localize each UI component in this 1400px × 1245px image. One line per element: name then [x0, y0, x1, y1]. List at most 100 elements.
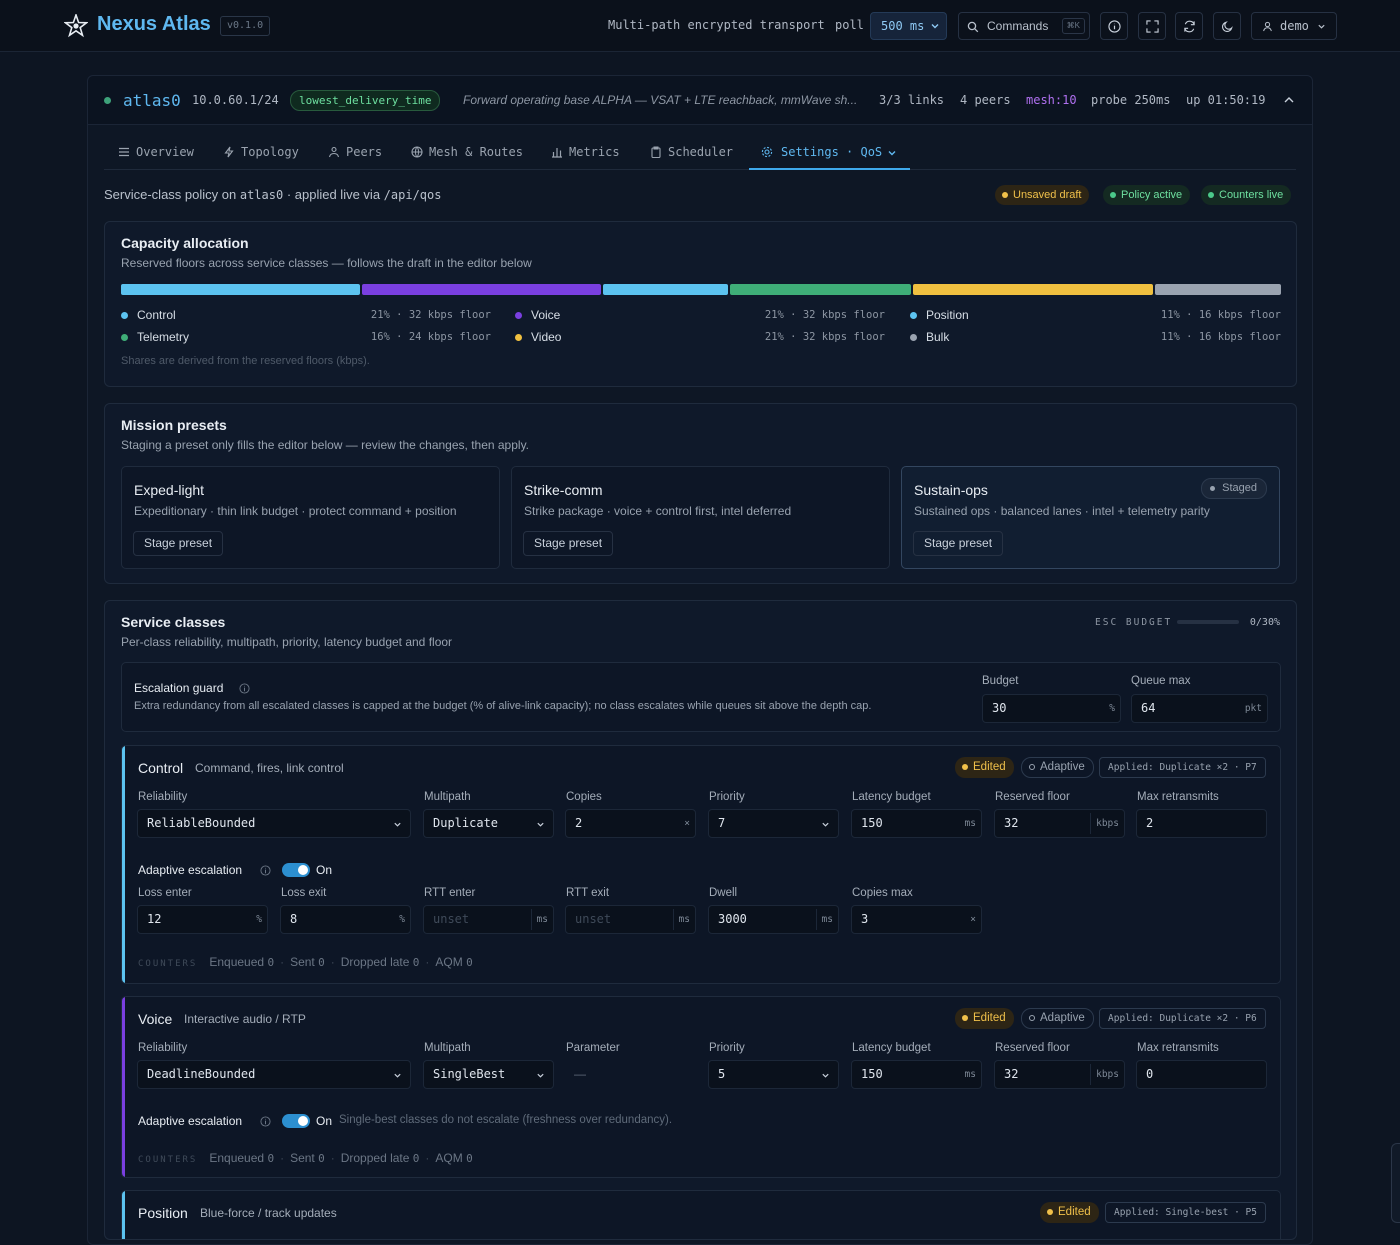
fullscreen-icon [1146, 20, 1159, 33]
stage-preset-button[interactable]: Stage preset [523, 531, 614, 556]
reliability-select[interactable]: DeadlineBounded [137, 1060, 411, 1089]
floor-input[interactable]: 32 kbps [994, 809, 1125, 838]
info-icon [1108, 20, 1121, 33]
info-icon[interactable] [260, 865, 271, 876]
adaptive-escalation-label: Adaptive escalation [138, 863, 243, 877]
tab-peers[interactable]: Peers [328, 125, 398, 170]
interface-header[interactable]: atlas0 10.0.60.1/24 lowest_delivery_time… [88, 76, 1312, 125]
fullscreen-button[interactable] [1138, 12, 1166, 40]
adaptive-badge: Adaptive [1021, 1008, 1094, 1029]
floor-input[interactable]: 32 kbps [994, 1060, 1125, 1089]
adaptive-escalation-label: Adaptive escalation [138, 1114, 243, 1128]
latency-input[interactable]: 150 ms [851, 1060, 982, 1089]
priority-select[interactable]: 5 [708, 1060, 839, 1089]
copies-input[interactable]: 2 × [565, 809, 696, 838]
commands-button[interactable]: Commands ⌘K [958, 12, 1090, 40]
staged-badge: Staged [1201, 478, 1267, 499]
capacity-segment-bulk [1154, 284, 1281, 295]
search-icon [967, 21, 979, 33]
retransmits-input[interactable]: 0 [1136, 1060, 1267, 1089]
multipath-label: Multipath [424, 791, 471, 803]
latency-label: Latency budget [852, 1042, 931, 1054]
tab-overview[interactable]: Overview [118, 125, 210, 170]
multipath-select[interactable]: SingleBest [423, 1060, 554, 1089]
adaptive-escalation-toggle[interactable] [282, 863, 310, 877]
bar-chart-icon [552, 148, 562, 158]
budget-input[interactable]: 30% [982, 694, 1121, 723]
tab-label: Overview [136, 145, 194, 159]
refresh-button[interactable] [1175, 12, 1203, 40]
chevron-down-icon [537, 822, 544, 827]
preset-description: Expeditionary · thin link budget · prote… [134, 504, 457, 518]
info-button[interactable] [1100, 12, 1128, 40]
stage-preset-button[interactable]: Stage preset [133, 531, 224, 556]
user-name: demo [1280, 19, 1309, 33]
loss-enter-input[interactable]: 12% [137, 905, 268, 934]
rtt-exit-input[interactable]: unset ms [565, 905, 696, 934]
globe-icon [411, 146, 423, 158]
capacity-segment-control [121, 284, 361, 295]
latency-input[interactable]: 150 ms [851, 809, 982, 838]
capacity-note: Shares are derived from the reserved flo… [121, 355, 370, 367]
budget-label: Budget [982, 675, 1019, 687]
applied-badge: Applied: Single-best · P5 [1105, 1202, 1266, 1223]
info-icon[interactable] [260, 1116, 271, 1127]
preset-name: Sustain-ops [914, 482, 988, 498]
tab-label: Mesh & Routes [429, 145, 523, 159]
interface-mode-badge: lowest_delivery_time [290, 90, 441, 111]
info-icon[interactable] [239, 683, 250, 694]
reliability-label: Reliability [138, 791, 188, 803]
commands-label: Commands [987, 19, 1049, 33]
queue-max-input[interactable]: 64 pkt [1131, 694, 1268, 723]
chevron-up-icon[interactable] [1282, 93, 1296, 107]
esc-budget-value: 0/30% [1249, 617, 1280, 628]
chevron-down-icon [394, 1073, 401, 1078]
chevron-down-icon [1318, 24, 1325, 29]
adaptive-escalation-row: Adaptive escalation On Single-best class… [138, 1114, 672, 1128]
capacity-title: Capacity allocation [121, 235, 249, 251]
poll-interval-value: 500 ms [881, 19, 925, 33]
mission-presets-section: Mission presets Staging a preset only fi… [104, 403, 1297, 584]
poll-interval-select[interactable]: 500 ms [870, 12, 947, 40]
tab-settings-qos[interactable]: Settings · QoS [749, 125, 910, 170]
retransmits-input[interactable]: 2 [1136, 809, 1267, 838]
adaptive-badge: Adaptive [1021, 757, 1094, 778]
edited-badge: Edited [955, 1008, 1014, 1029]
stage-preset-button[interactable]: Stage preset [913, 531, 1004, 556]
bolt-icon [224, 146, 234, 158]
users-icon [328, 146, 340, 158]
scroll-handle[interactable] [1391, 1143, 1400, 1223]
escalation-guard: Escalation guard Extra redundancy from a… [121, 662, 1281, 732]
class-card-voice: Voice Interactive audio / RTP Edited Ada… [121, 996, 1281, 1178]
interface-description: Forward operating base ALPHA — VSAT + LT… [463, 93, 858, 107]
capacity-segment-video [913, 284, 1153, 295]
app-title[interactable]: Nexus Atlas [97, 13, 211, 36]
queue-max-label: Queue max [1131, 675, 1191, 687]
tab-metrics[interactable]: Metrics [551, 125, 636, 170]
latency-label: Latency budget [852, 791, 931, 803]
tab-scheduler[interactable]: Scheduler [650, 125, 745, 170]
floor-label: Reserved floor [995, 1042, 1070, 1054]
policy-description: Service-class policy on atlas0 · applied… [104, 187, 441, 202]
multipath-select[interactable]: Duplicate [423, 809, 554, 838]
esc-budget-track [1177, 620, 1239, 624]
tab-mesh-routes[interactable]: Mesh & Routes [411, 125, 539, 170]
priority-select[interactable]: 7 [708, 809, 839, 838]
interface-status-dot [104, 97, 111, 104]
parameter-empty: — [574, 1067, 586, 1081]
rtt-enter-input[interactable]: unset ms [423, 905, 554, 934]
adaptive-escalation-toggle[interactable] [282, 1114, 310, 1128]
tab-topology[interactable]: Topology [223, 125, 313, 170]
dwell-input[interactable]: 3000 ms [708, 905, 839, 934]
reliability-select[interactable]: ReliableBounded [137, 809, 411, 838]
dwell-label: Dwell [709, 887, 738, 899]
user-menu[interactable]: demo [1251, 12, 1337, 40]
refresh-icon [1184, 20, 1195, 33]
loss-exit-input[interactable]: 8% [280, 905, 411, 934]
copies-max-input[interactable]: 3 × [851, 905, 982, 934]
chevron-down-icon [822, 1073, 829, 1078]
copies-label: Copies [566, 791, 602, 803]
theme-toggle-button[interactable] [1213, 12, 1241, 40]
chevron-down-icon [537, 1073, 544, 1078]
top-bar: Nexus Atlas v0.1.0 Multi-path encrypted … [0, 0, 1400, 52]
